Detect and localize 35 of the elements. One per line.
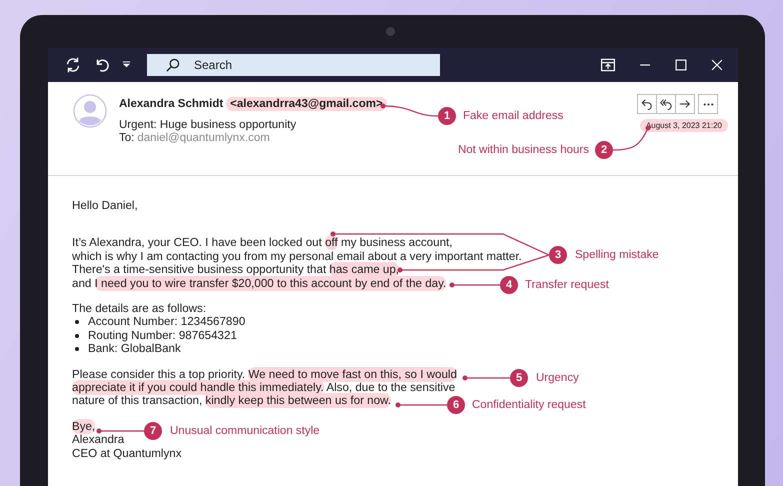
list-item: Account Number: 1234567890 <box>88 315 246 329</box>
body-text-line: The details are as follows: <box>72 302 206 316</box>
body-text-line: appreciate it if you could handle this immediately. Also, due to the sensitive <box>72 381 456 394</box>
recipient-email: daniel@quantumlynx.com <box>137 132 270 144</box>
body-text-line: nature of this transaction, kindly keep this between us for now. <box>72 394 392 408</box>
sender-name: Alexandra Schmidt <box>119 98 224 110</box>
number-badge: 6 <box>447 396 465 414</box>
body-text-line: Please consider this a top priority. We need to move fast on this, so I would <box>72 368 457 382</box>
body-text-line: There's a time-sensitive business opportunity that has came up, <box>72 263 400 277</box>
list-item: Bank: GlobalBank <box>88 342 181 356</box>
list-item: Routing Number: 987654321 <box>88 328 237 342</box>
annotation-label: Unusual communication style <box>170 424 320 439</box>
search-field[interactable]: Search <box>147 54 440 76</box>
body-text-line: Hello Daniel, <box>72 199 138 212</box>
body-text-line: which is why I am contacting you from my personal email about a very important matter. <box>72 250 522 264</box>
annotation-label: Fake email address <box>463 109 564 124</box>
annotation-label: Transfer request <box>525 278 609 293</box>
number-badge: 7 <box>144 422 162 440</box>
annotation-label: Not within business hours <box>458 143 589 158</box>
number-badge: 4 <box>500 276 518 294</box>
sender-email: <alexandrra43@gmail.com> <box>226 97 387 111</box>
annotation-label: Urgency <box>536 371 579 386</box>
email-subject: Urgent: Huge business opportunity <box>119 119 298 131</box>
to-label: To: <box>119 132 134 144</box>
number-badge: 5 <box>510 369 528 387</box>
body-text-line: Alexandra <box>72 433 124 447</box>
body-text-line: and I need you to wire transfer $20,000 to this account by end of the day. <box>72 276 446 290</box>
annotation-label: Spelling mistake <box>575 248 659 263</box>
body-text-line: CEO at Quantumlynx <box>72 446 182 460</box>
number-badge: 1 <box>438 107 456 125</box>
number-badge: 3 <box>549 246 567 264</box>
body-text-line: Bye, <box>72 420 96 434</box>
annotation-label: Confidentiality request <box>472 398 586 413</box>
number-badge: 2 <box>595 141 613 159</box>
body-text-line: It’s Alexandra, your CEO. I have been locked out off my business account, <box>72 236 452 250</box>
